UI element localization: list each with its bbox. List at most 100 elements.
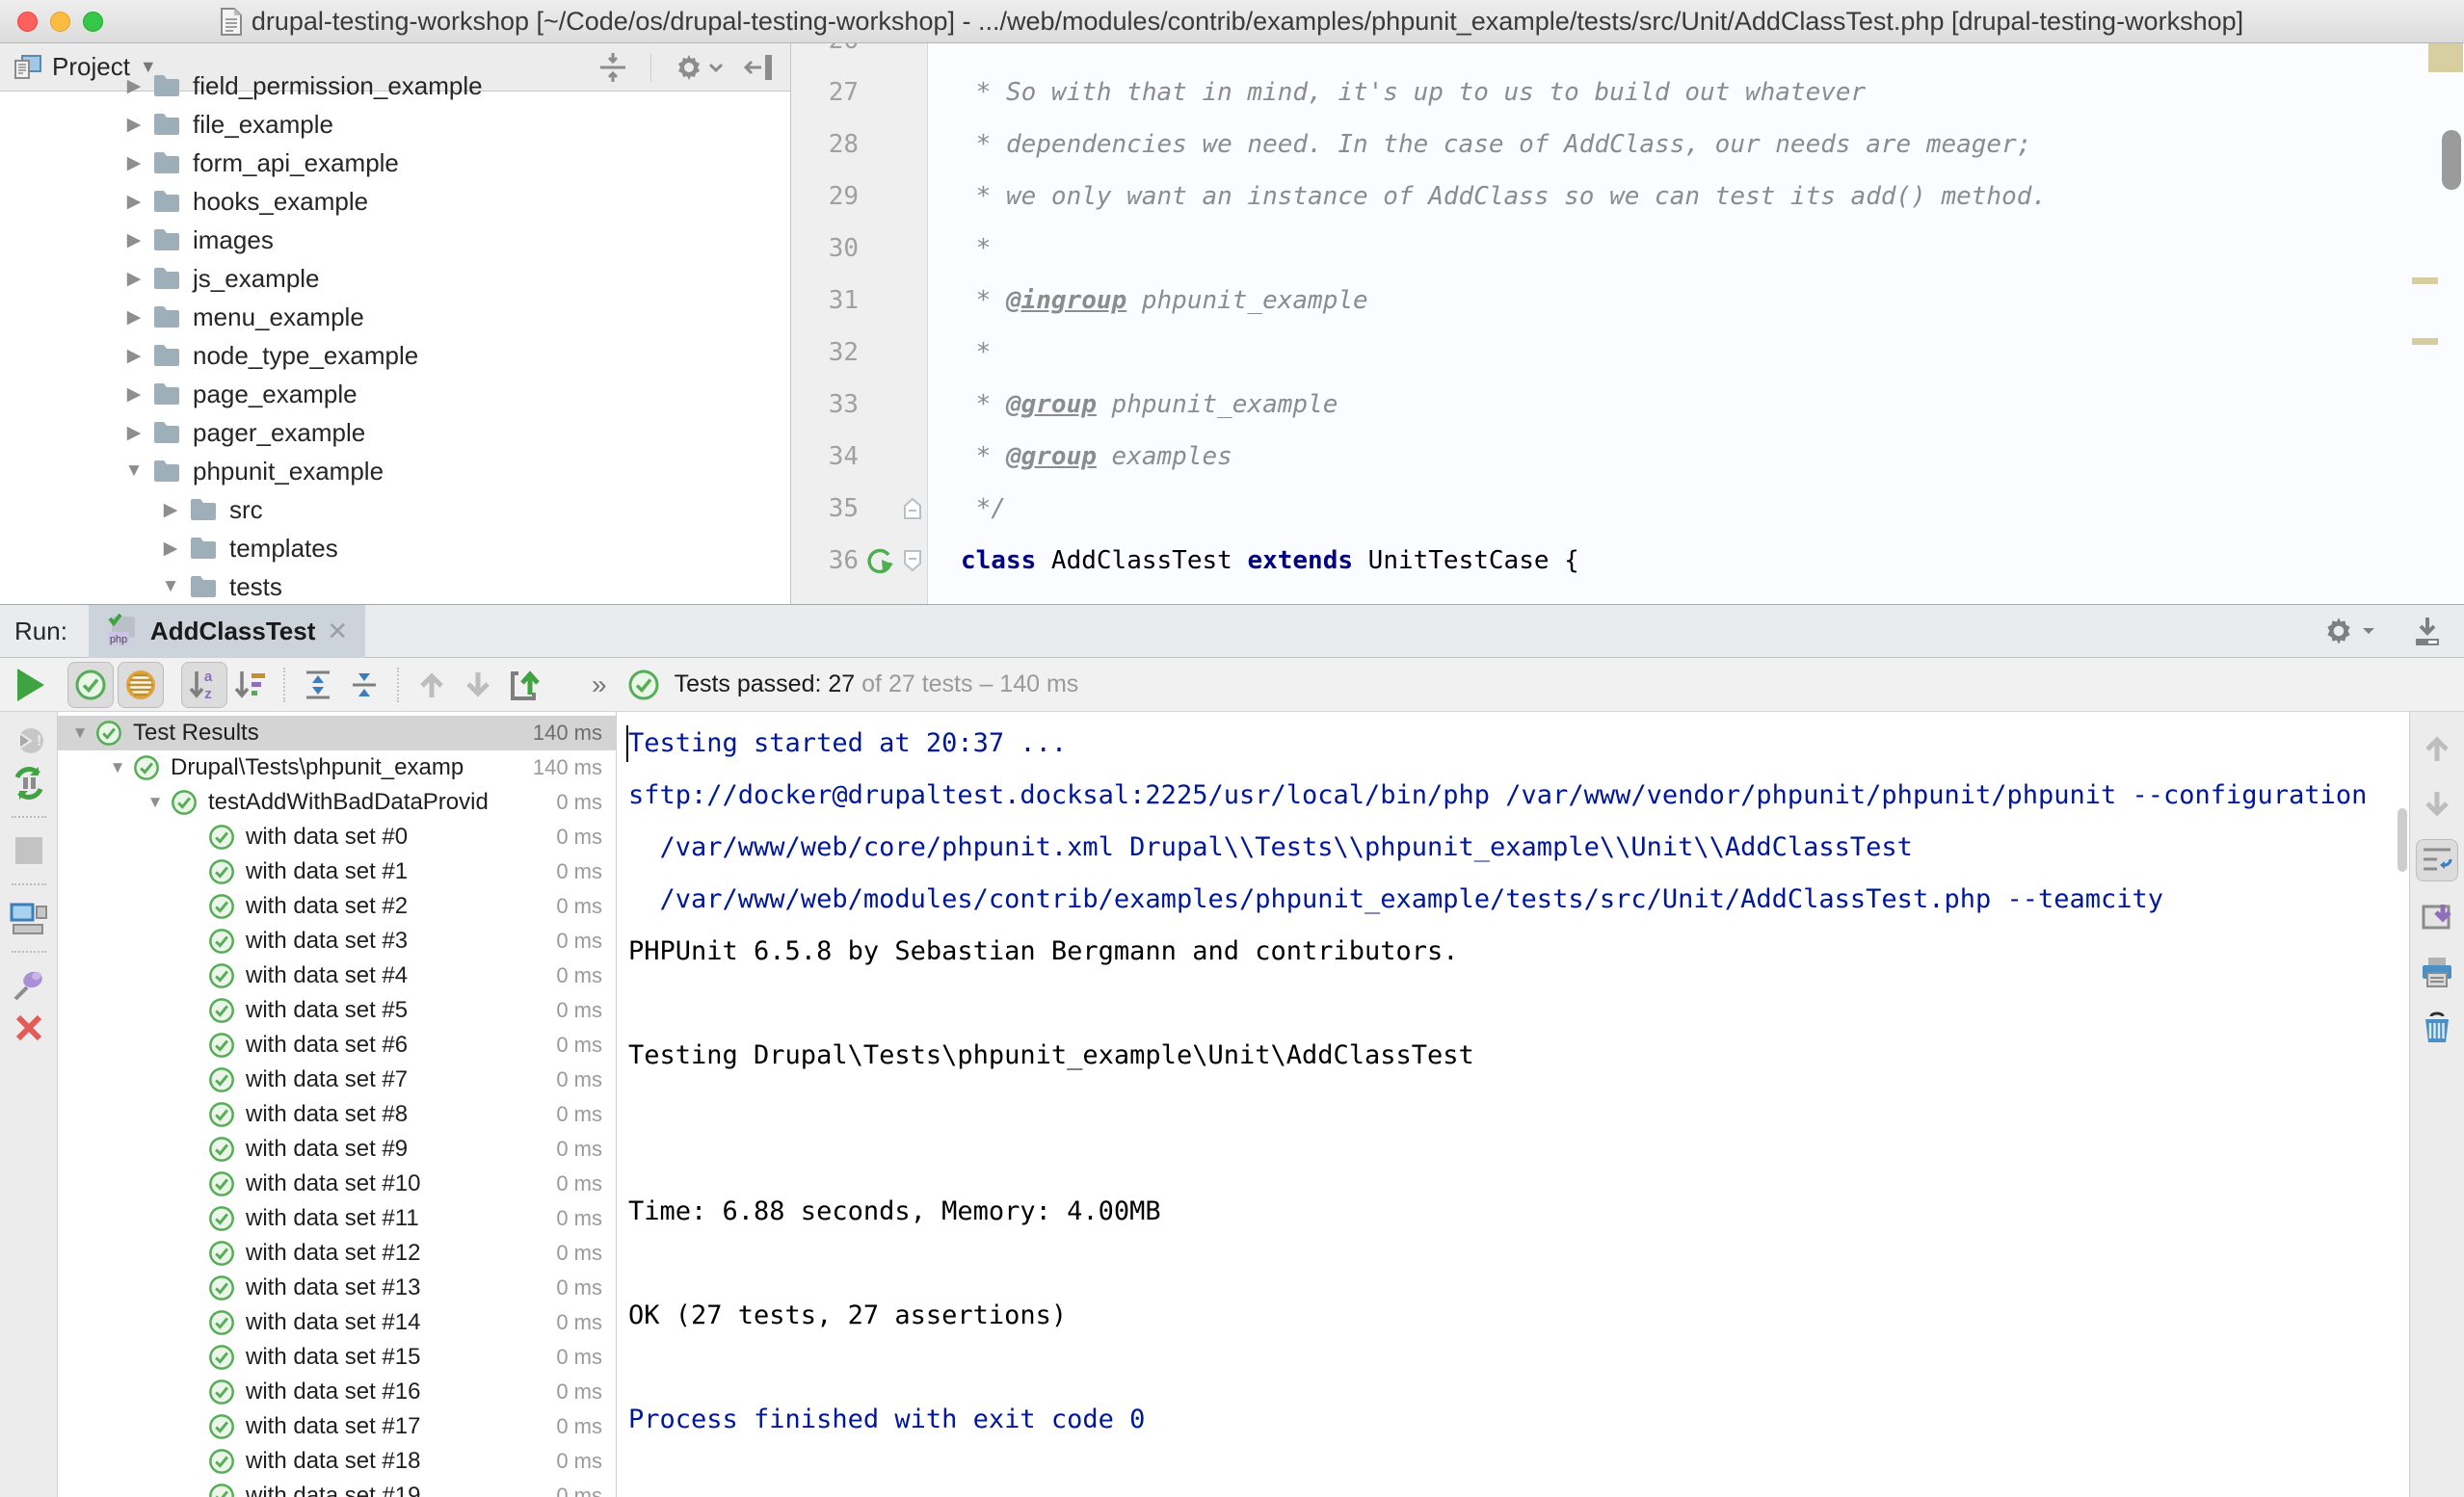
zoom-window-button[interactable] — [83, 12, 103, 32]
rerun-failed-tests-icon[interactable]: ! — [8, 720, 50, 762]
test-tree-row[interactable]: with data set #90 ms — [58, 1132, 616, 1167]
hide-tool-window-icon[interactable] — [2410, 614, 2445, 648]
run-tab[interactable]: php AddClassTest ✕ — [89, 605, 365, 658]
print-icon[interactable] — [2416, 951, 2458, 993]
console-scrollbar-thumb[interactable] — [2398, 808, 2407, 872]
chevron-collapsed-icon[interactable]: ▶ — [152, 499, 189, 521]
chevron-expanded-icon[interactable]: ▼ — [116, 460, 152, 482]
test-tree-row[interactable]: with data set #120 ms — [58, 1236, 616, 1271]
test-tree-row[interactable]: with data set #80 ms — [58, 1097, 616, 1132]
minimize-window-button[interactable] — [50, 12, 70, 32]
test-tree-row[interactable]: ▼Drupal\Tests\phpunit_examp140 ms — [58, 750, 616, 785]
test-tree-row[interactable]: with data set #60 ms — [58, 1028, 616, 1063]
test-tree-row[interactable]: with data set #40 ms — [58, 959, 616, 993]
folder-icon — [152, 343, 181, 368]
fold-region-end-icon[interactable] — [902, 496, 923, 521]
expand-all-button[interactable] — [295, 662, 341, 708]
scroll-to-end-icon[interactable] — [2416, 895, 2458, 937]
chevron-collapsed-icon[interactable]: ▶ — [116, 191, 152, 213]
test-tree-row[interactable]: with data set #110 ms — [58, 1201, 616, 1236]
project-tree-item[interactable]: ▶file_example — [0, 105, 790, 144]
stop-icon[interactable] — [8, 829, 50, 872]
test-tree-row[interactable]: ▼Test Results140 ms — [58, 716, 616, 750]
project-tree-item[interactable]: ▶page_example — [0, 375, 790, 413]
project-tree-item[interactable]: ▼phpunit_example — [0, 452, 790, 490]
chevron-expanded-icon[interactable]: ▼ — [103, 758, 132, 777]
test-tree-row[interactable]: with data set #160 ms — [58, 1375, 616, 1409]
test-tree-row[interactable]: with data set #30 ms — [58, 924, 616, 959]
chevron-expanded-icon[interactable]: ▼ — [66, 723, 94, 743]
project-tree-item[interactable]: ▶field_permission_example — [0, 66, 790, 105]
toggle-show-ignored-button[interactable] — [118, 662, 164, 708]
chevron-collapsed-icon[interactable]: ▶ — [116, 152, 152, 174]
test-tree-row[interactable]: with data set #100 ms — [58, 1167, 616, 1201]
project-tree-item[interactable]: ▶menu_example — [0, 298, 790, 336]
project-tree-item[interactable]: ▶pager_example — [0, 413, 790, 452]
run-console[interactable]: Testing started at 20:37 ...sftp://docke… — [617, 712, 2409, 1497]
chevron-collapsed-icon[interactable]: ▶ — [116, 268, 152, 290]
project-tree-item[interactable]: ▶templates — [0, 529, 790, 567]
restore-layout-icon[interactable] — [8, 897, 50, 939]
pin-tab-icon[interactable] — [8, 964, 50, 1007]
code-editor[interactable]: 2627282930313233343536 * So with that in… — [791, 43, 2464, 604]
project-tree-item[interactable]: ▶js_example — [0, 259, 790, 298]
gutter-line: 28 — [791, 118, 927, 171]
test-tree-row[interactable]: with data set #130 ms — [58, 1271, 616, 1305]
test-tree-row[interactable]: with data set #00 ms — [58, 820, 616, 854]
project-tree-item[interactable]: ▶node_type_example — [0, 336, 790, 375]
gutter-line: 33 — [791, 379, 927, 431]
chevron-collapsed-icon[interactable]: ▶ — [116, 75, 152, 97]
gear-icon[interactable] — [2321, 614, 2375, 648]
chevron-collapsed-icon[interactable]: ▶ — [116, 229, 152, 251]
project-tree-item[interactable]: ▶hooks_example — [0, 182, 790, 221]
chevron-collapsed-icon[interactable]: ▶ — [116, 422, 152, 444]
sort-by-duration-button[interactable] — [227, 662, 274, 708]
test-history-button[interactable] — [501, 662, 547, 708]
rerun-button[interactable] — [8, 662, 54, 708]
fold-region-start-icon[interactable] — [902, 548, 923, 573]
previous-failed-test-button[interactable] — [409, 662, 455, 708]
editor-code-area[interactable]: * So with that in mind, it's up to us to… — [928, 43, 2464, 604]
soft-wrap-icon[interactable] — [2416, 839, 2458, 881]
project-tree-item[interactable]: ▶form_api_example — [0, 144, 790, 182]
chevron-collapsed-icon[interactable]: ▶ — [116, 306, 152, 328]
rerun-tests-icon[interactable] — [8, 762, 50, 804]
test-duration: 140 ms — [527, 750, 602, 785]
run-test-gutter-icon[interactable] — [862, 544, 895, 577]
gutter-line: 29 — [791, 171, 927, 223]
project-tree-item[interactable]: ▶src — [0, 490, 790, 529]
test-tree-row[interactable]: ▼testAddWithBadDataProvid0 ms — [58, 785, 616, 820]
chevron-expanded-icon[interactable]: ▼ — [152, 576, 189, 597]
test-name: with data set #16 — [246, 1379, 420, 1405]
chevron-expanded-icon[interactable]: ▼ — [141, 793, 170, 812]
test-tree-row[interactable]: with data set #20 ms — [58, 889, 616, 924]
project-tree-item[interactable]: ▼tests — [0, 567, 790, 604]
test-tree-row[interactable]: with data set #10 ms — [58, 854, 616, 889]
clear-all-icon[interactable] — [2416, 1007, 2458, 1049]
chevron-collapsed-icon[interactable]: ▶ — [116, 383, 152, 406]
test-name: with data set #8 — [246, 1101, 408, 1128]
test-tree-row[interactable]: with data set #180 ms — [58, 1444, 616, 1479]
test-tree-row[interactable]: with data set #190 ms — [58, 1479, 616, 1497]
chevron-collapsed-icon[interactable]: ▶ — [152, 538, 189, 560]
next-failed-test-button[interactable] — [455, 662, 501, 708]
test-tree-row[interactable]: with data set #70 ms — [58, 1063, 616, 1097]
test-tree-row[interactable]: with data set #50 ms — [58, 993, 616, 1028]
test-tree-row[interactable]: with data set #140 ms — [58, 1305, 616, 1340]
down-stacktrace-icon[interactable] — [2416, 783, 2458, 826]
test-passed-icon — [207, 823, 236, 852]
test-tree-row[interactable]: with data set #150 ms — [58, 1340, 616, 1375]
close-window-button[interactable] — [17, 12, 38, 32]
up-stacktrace-icon[interactable] — [2416, 727, 2458, 770]
test-tree-row[interactable]: with data set #170 ms — [58, 1409, 616, 1444]
chevron-collapsed-icon[interactable]: ▶ — [116, 114, 152, 136]
collapse-all-button[interactable] — [341, 662, 387, 708]
show-more-icon[interactable]: » — [592, 670, 607, 700]
toggle-show-passed-button[interactable] — [67, 662, 114, 708]
close-icon[interactable] — [8, 1007, 50, 1049]
test-name: with data set #18 — [246, 1448, 420, 1475]
project-tree-item[interactable]: ▶images — [0, 221, 790, 259]
sort-alphabetically-button[interactable]: az — [181, 662, 227, 708]
close-tab-icon[interactable]: ✕ — [327, 617, 348, 646]
chevron-collapsed-icon[interactable]: ▶ — [116, 345, 152, 367]
